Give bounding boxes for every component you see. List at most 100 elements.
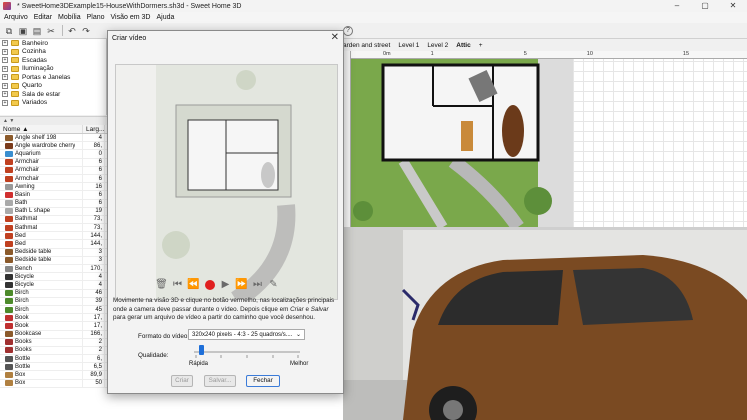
menu-ajuda[interactable]: Ajuda: [156, 14, 174, 21]
preview-scene: [116, 65, 337, 299]
save-icon[interactable]: ▤: [31, 25, 43, 37]
expand-icon[interactable]: +: [2, 99, 8, 106]
playback-controls: 🗑 ⏮ ⏪ ▶ ⏩ ⏭ ✎: [155, 278, 283, 291]
cut-icon[interactable]: ✂: [45, 25, 57, 37]
menu-plano[interactable]: Plano: [87, 14, 105, 21]
tab-attic[interactable]: Attic: [456, 42, 470, 49]
tab-level-2[interactable]: Level 2: [427, 42, 448, 49]
row-name-cell: Birch: [0, 297, 83, 306]
redo-icon[interactable]: ↷: [80, 25, 92, 37]
help-icon[interactable]: ?: [343, 26, 353, 36]
maximize-button[interactable]: ▢: [691, 0, 719, 12]
go-last-icon[interactable]: ⏭: [251, 278, 264, 291]
furniture-icon: [5, 322, 13, 329]
window-title: * SweetHome3DExample15-HouseWithDormers.…: [17, 2, 242, 10]
menu-editar[interactable]: Editar: [34, 14, 52, 21]
catalog-category[interactable]: + Quarto: [0, 82, 106, 91]
video-preview: [115, 64, 338, 300]
row-width: 0: [83, 149, 105, 158]
expand-icon[interactable]: +: [2, 82, 8, 89]
plan-view[interactable]: [343, 51, 747, 227]
row-name: Bathmat: [15, 216, 38, 223]
record-icon[interactable]: [203, 278, 216, 291]
delete-keyframes-icon[interactable]: 🗑: [155, 278, 168, 291]
row-name-cell: Bottle: [0, 362, 83, 371]
furniture-icon: [5, 290, 13, 297]
add-level-icon[interactable]: +: [479, 42, 483, 49]
expand-icon[interactable]: +: [2, 74, 8, 81]
go-first-icon[interactable]: ⏮: [171, 278, 184, 291]
row-width: 46: [83, 289, 105, 298]
close-button[interactable]: Fechar: [246, 375, 280, 387]
column-name[interactable]: Nome ▲: [0, 125, 83, 133]
undo-icon[interactable]: ↶: [66, 25, 78, 37]
format-select[interactable]: 320x240 pixels - 4:3 - 25 quadros/s.... …: [188, 329, 305, 340]
row-name-cell: Basin: [0, 190, 83, 199]
3d-view[interactable]: [343, 230, 747, 420]
catalog-category[interactable]: + Portas e Janelas: [0, 73, 106, 82]
new-home-icon[interactable]: ⧉: [3, 25, 15, 37]
catalog-category[interactable]: + Banheiro: [0, 39, 106, 48]
plan-drawing: [343, 59, 573, 227]
furniture-catalog: + Banheiro + Cozinha + Escadas + Iluminação …: [0, 39, 107, 115]
catalog-category[interactable]: + Sala de estar: [0, 90, 106, 99]
row-width: 170,: [83, 264, 105, 273]
row-width: 2: [83, 346, 105, 355]
tab-garden[interactable]: arden and street: [343, 42, 390, 49]
row-width: 6,5: [83, 362, 105, 371]
menu-visao-3d[interactable]: Visão em 3D: [111, 14, 151, 21]
save-button[interactable]: Salvar...: [204, 375, 236, 387]
row-name: Angle wardrobe cherry: [15, 142, 76, 149]
catalog-category[interactable]: + Cozinha: [0, 48, 106, 57]
tab-level-1[interactable]: Level 1: [398, 42, 419, 49]
row-name: Bottle: [15, 363, 31, 370]
row-name: Birch: [15, 306, 29, 313]
furniture-icon: [5, 298, 13, 305]
quality-max-label: Melhor: [290, 361, 309, 367]
row-width: 73,: [83, 215, 105, 224]
row-name-cell: Bottle: [0, 354, 83, 363]
catalog-category[interactable]: + Iluminação: [0, 65, 106, 74]
open-icon[interactable]: ▣: [17, 25, 29, 37]
rewind-icon[interactable]: ⏪: [187, 278, 200, 291]
catalog-category[interactable]: + Variados: [0, 99, 106, 108]
row-width: 50: [83, 379, 105, 388]
create-button[interactable]: Criar: [171, 375, 193, 387]
expand-icon[interactable]: +: [2, 65, 8, 72]
expand-icon[interactable]: +: [2, 40, 8, 47]
row-name-cell: Book: [0, 321, 83, 330]
fast-forward-icon[interactable]: ⏩: [235, 278, 248, 291]
row-name-cell: Aquarium: [0, 149, 83, 158]
minimize-button[interactable]: –: [663, 0, 691, 12]
row-name: Bedside table: [15, 249, 52, 256]
play-icon[interactable]: ▶: [219, 278, 232, 291]
panel-splitter[interactable]: ▲ ▼: [0, 116, 107, 125]
furniture-icon: [5, 150, 13, 157]
column-width[interactable]: Larg...: [83, 125, 105, 133]
row-name-cell: Books: [0, 338, 83, 347]
preview-car: [261, 162, 275, 188]
quality-slider-track[interactable]: [194, 351, 300, 353]
row-name: Bed: [15, 232, 26, 239]
catalog-category[interactable]: + Escadas: [0, 56, 106, 65]
furniture-icon: [5, 216, 13, 223]
level-tabs: arden and street Level 1 Level 2 Attic +: [343, 40, 747, 51]
row-name-cell: Box: [0, 379, 83, 388]
expand-icon[interactable]: +: [2, 91, 8, 98]
close-icon[interactable]: ✕: [331, 32, 339, 43]
row-name: Bicycle: [15, 281, 35, 288]
expand-icon[interactable]: +: [2, 57, 8, 64]
menu-bar: Arquivo Editar Mobília Plano Visão em 3D…: [0, 12, 747, 23]
menu-mobilia[interactable]: Mobília: [58, 14, 81, 21]
tree: [524, 187, 552, 215]
row-name: Angle shelf 198: [15, 134, 57, 141]
furniture-icon: [5, 257, 13, 264]
row-width: 2: [83, 338, 105, 347]
close-window-button[interactable]: ✕: [719, 0, 747, 12]
expand-icon[interactable]: +: [2, 48, 8, 55]
row-name-cell: Birch: [0, 305, 83, 314]
furniture-icon: [5, 241, 13, 248]
quality-slider-thumb[interactable]: [199, 345, 205, 355]
menu-arquivo[interactable]: Arquivo: [4, 14, 28, 21]
edit-icon[interactable]: ✎: [267, 278, 280, 291]
